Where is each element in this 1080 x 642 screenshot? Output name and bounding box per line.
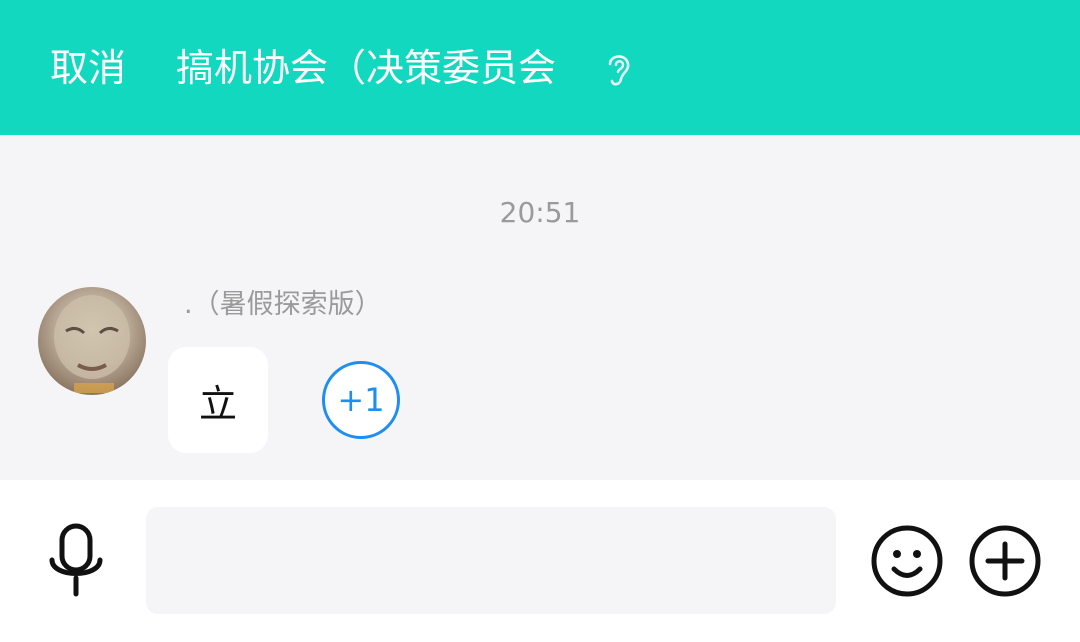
input-bar	[0, 480, 1080, 642]
plus-circle-icon[interactable]	[968, 524, 1042, 598]
sender-avatar[interactable]	[38, 287, 146, 395]
chat-screen: 取消 搞机协会（决策委员会 20:51 .（暑假探索版） 立 +1	[0, 0, 1080, 642]
message-bubble[interactable]: 立	[168, 347, 268, 453]
header-bar: 取消 搞机协会（决策委员会	[0, 0, 1080, 135]
message-timestamp: 20:51	[499, 196, 581, 229]
sender-name: .（暑假探索版）	[184, 289, 382, 320]
message-input[interactable]	[146, 507, 836, 614]
message-text: 立	[198, 381, 237, 426]
ear-icon[interactable]	[600, 48, 636, 90]
chat-title: 搞机协会（决策委员会	[176, 46, 557, 90]
avatar-image	[54, 295, 130, 393]
message-area: 20:51 .（暑假探索版） 立 +1	[0, 135, 1080, 480]
plus-one-button[interactable]: +1	[322, 361, 400, 439]
microphone-icon[interactable]	[44, 522, 108, 602]
smiley-icon[interactable]	[870, 524, 944, 598]
cancel-button[interactable]: 取消	[50, 42, 126, 94]
